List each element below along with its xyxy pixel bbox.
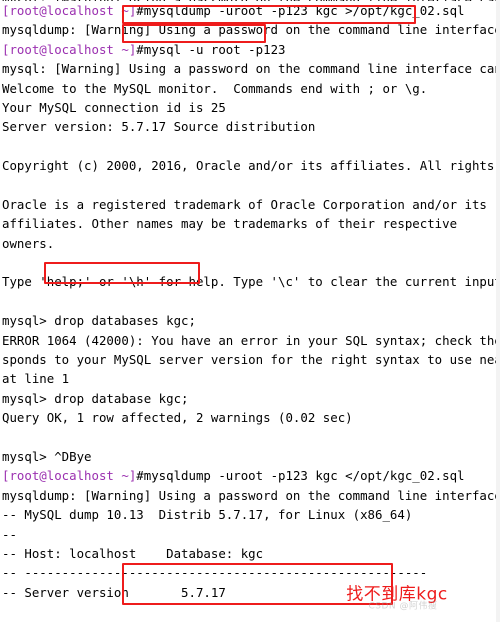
terminal-line: mysqldump: [Warning] Using a password on… <box>2 486 500 505</box>
terminal-line-text: at line 1 <box>2 371 70 387</box>
terminal-line-text: affiliates. Other names may be trademark… <box>2 216 458 232</box>
terminal-line-text: mysqldump -uroot -p123 kgc >/opt/kgc_02.… <box>143 3 465 18</box>
terminal-line-text: mysql> ^DBye <box>2 448 92 464</box>
terminal-line: affiliates. Other names may be trademark… <box>2 214 500 233</box>
terminal-line: Oracle is a registered trademark of Orac… <box>2 195 500 214</box>
shell-prompt: [root@localhost ~] <box>2 468 137 484</box>
terminal-line: [root@localhost ~]#mysql -u root -p123 <box>2 40 500 59</box>
shell-prompt: [root@localhost ~] <box>2 41 137 57</box>
prompt-hash: # <box>136 41 144 57</box>
terminal-line-text: ERROR 1064 (42000): You have an error in… <box>2 332 500 348</box>
terminal-line: [root@localhost ~]#mysqldump -uroot -p12… <box>2 1 500 20</box>
terminal-line-text: mysql> drop databases kgc; <box>2 313 196 329</box>
terminal-line: mysql> drop databases kgc; <box>2 311 500 330</box>
terminal-line-text: Type 'help;' or '\h' for help. Type '\c'… <box>2 274 500 290</box>
prompt-hash: # <box>136 3 144 18</box>
scrollbar[interactable] <box>496 0 500 622</box>
terminal-line: ERROR 1064 (42000): You have an error in… <box>2 331 500 350</box>
terminal-line-text: mysql -u root -p123 <box>143 41 286 57</box>
terminal-line-text: mysql> drop database kgc; <box>2 390 189 406</box>
terminal-line: Copyright (c) 2000, 2016, Oracle and/or … <box>2 156 500 175</box>
shell-prompt: [root@localhost ~] <box>2 3 137 18</box>
terminal-line: mysqldump: [Warning] Using a password on… <box>2 20 500 39</box>
terminal-line-text: Oracle is a registered trademark of Orac… <box>2 196 487 212</box>
watermark-text: CSDN @阿伟瘦 <box>368 601 438 612</box>
terminal-line: Query OK, 1 row affected, 2 warnings (0.… <box>2 408 500 427</box>
terminal-line-text: Server version: 5.7.17 Source distributi… <box>2 119 316 135</box>
terminal-line: mysql> ^DBye <box>2 447 500 466</box>
terminal-output[interactable]: mysql: [Warning] Using a password on the… <box>0 0 500 622</box>
terminal-line-text: -- -------------------------------------… <box>2 565 428 581</box>
terminal-line: sponds to your MySQL server version for … <box>2 350 500 369</box>
terminal-screenshot: mysql: [Warning] Using a password on the… <box>0 0 500 622</box>
terminal-line-text: sponds to your MySQL server version for … <box>2 352 500 368</box>
terminal-line-text: owners. <box>2 235 55 251</box>
terminal-line-text: -- MySQL dump 10.13 Distrib 5.7.17, for … <box>2 507 413 523</box>
terminal-line-text: Copyright (c) 2000, 2016, Oracle and/or … <box>2 158 495 174</box>
terminal-line-text: -- Server version 5.7.17 <box>2 584 226 600</box>
terminal-line-text: Your MySQL connection id is 25 <box>2 99 226 115</box>
terminal-line-text: mysqldump: [Warning] Using a password on… <box>2 22 500 38</box>
terminal-line: -- Host: localhost Database: kgc <box>2 544 500 563</box>
terminal-line-text: mysqldump: [Warning] Using a password on… <box>2 487 500 503</box>
terminal-line: mysql: [Warning] Using a password on the… <box>2 59 500 78</box>
terminal-line-text: mysqldump -uroot -p123 kgc </opt/kgc_02.… <box>143 468 465 484</box>
terminal-line: Welcome to the MySQL monitor. Commands e… <box>2 79 500 98</box>
terminal-line-text: -- Host: localhost Database: kgc <box>2 545 264 561</box>
terminal-line: -- <box>2 525 500 544</box>
terminal-line: mysql> drop database kgc; <box>2 389 500 408</box>
terminal-line-text: -- <box>2 526 17 542</box>
terminal-line: -- MySQL dump 10.13 Distrib 5.7.17, for … <box>2 505 500 524</box>
terminal-line: Type 'help;' or '\h' for help. Type '\c'… <box>2 272 500 291</box>
prompt-hash: # <box>136 468 144 484</box>
terminal-line: at line 1 <box>2 369 500 388</box>
terminal-line: Server version: 5.7.17 Source distributi… <box>2 117 500 136</box>
terminal-line: [root@localhost ~]#mysqldump -uroot -p12… <box>2 466 500 485</box>
terminal-line: owners. <box>2 234 500 253</box>
terminal-line-text: mysql: [Warning] Using a password on the… <box>2 61 500 77</box>
terminal-line: Your MySQL connection id is 25 <box>2 98 500 117</box>
terminal-line-text: Welcome to the MySQL monitor. Commands e… <box>2 80 428 96</box>
terminal-line-text: Query OK, 1 row affected, 2 warnings (0.… <box>2 410 353 426</box>
